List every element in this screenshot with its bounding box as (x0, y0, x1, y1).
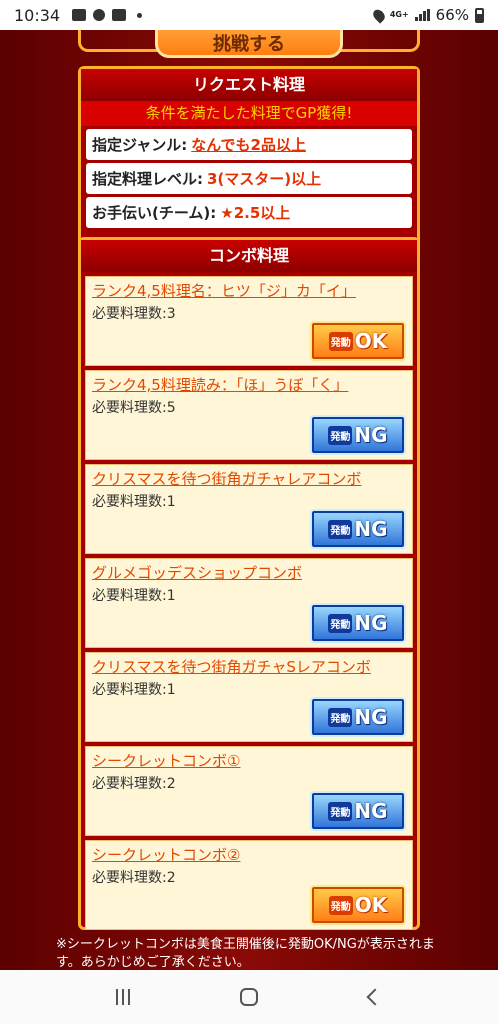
combo-list: ランク4,5料理名：ヒツ「ジ」カ「イ」 必要料理数:3 発動 OK ランク4,5料… (81, 276, 417, 930)
activation-ng-badge: 発動 NG (310, 791, 406, 831)
combo-required-count: 必要料理数:3 (92, 306, 176, 322)
badge-status: NG (354, 517, 388, 541)
combo-item: シークレットコンボ② 必要料理数:2 発動 OK (85, 840, 413, 930)
badge-small-label: 発動 (328, 425, 353, 445)
badge-small-label: 発動 (328, 801, 353, 821)
activation-ng-badge: 発動 NG (310, 415, 406, 455)
request-label: 指定料理レベル: (92, 170, 203, 188)
request-label: お手伝い(チーム): (92, 204, 217, 222)
request-value: ★2.5以上 (220, 204, 291, 222)
gallery-icon (72, 9, 87, 21)
badge-small-label: 発動 (328, 895, 353, 915)
request-panel: リクエスト料理 条件を満たした料理でGP獲得! 指定ジャンル: なんでも2品以上… (78, 66, 420, 262)
badge-status: NG (354, 799, 388, 823)
back-button[interactable] (355, 977, 395, 1017)
combo-required-count: 必要料理数:5 (92, 400, 176, 416)
request-value-link[interactable]: なんでも2品以上 (191, 134, 306, 155)
badge-status: OK (354, 893, 388, 917)
request-label: 指定ジャンル: (92, 136, 188, 154)
combo-name-link[interactable]: ランク4,5料理名：ヒツ「ジ」カ「イ」 (92, 280, 356, 301)
combo-name-link[interactable]: ランク4,5料理読み：「ほ」うぼ「く」 (92, 374, 348, 395)
badge-status: NG (354, 423, 388, 447)
game-page: 挑戦する リクエスト料理 条件を満たした料理でGP獲得! 指定ジャンル: なんで… (0, 30, 498, 970)
combo-item: クリスマスを待つ街角ガチャSレアコンボ 必要料理数:1 発動 NG (85, 652, 413, 742)
combo-required-count: 必要料理数:1 (92, 588, 176, 604)
combo-title: コンボ料理 (81, 240, 417, 272)
badge-status: NG (354, 611, 388, 635)
notification-dot-icon (137, 12, 143, 18)
home-button[interactable] (229, 977, 269, 1017)
status-right: 4G+ 66% (370, 6, 484, 24)
chat-icon (93, 9, 106, 21)
combo-name-link[interactable]: シークレットコンボ② (92, 844, 240, 865)
activation-ng-badge: 発動 NG (310, 697, 406, 737)
request-row-genre: 指定ジャンル: なんでも2品以上 (86, 129, 412, 160)
request-subtitle: 条件を満たした料理でGP獲得! (81, 101, 417, 126)
network-type: 4G+ (389, 10, 409, 19)
combo-required-count: 必要料理数:2 (92, 870, 176, 886)
combo-name-link[interactable]: クリスマスを待つ街角ガチャSレアコンボ (92, 656, 371, 677)
combo-item: ランク4,5料理読み：「ほ」うぼ「く」 必要料理数:5 発動 NG (85, 370, 413, 460)
combo-panel: コンボ料理 ランク4,5料理名：ヒツ「ジ」カ「イ」 必要料理数:3 発動 OK ラ… (78, 237, 420, 930)
status-bar: 10:34 4G+ 66% (0, 0, 498, 30)
recent-apps-icon[interactable] (103, 977, 143, 1017)
battery-icon (475, 7, 484, 23)
combo-required-count: 必要料理数:2 (92, 776, 176, 792)
badge-status: OK (354, 329, 388, 353)
activation-ok-badge: 発動 OK (310, 321, 406, 361)
combo-item: グルメゴッデスショップコンボ 必要料理数:1 発動 NG (85, 558, 413, 648)
request-row-helper: お手伝い(チーム): ★2.5以上 (86, 197, 412, 228)
badge-small-label: 発動 (328, 613, 353, 633)
location-icon (370, 6, 387, 24)
combo-item: シークレットコンボ① 必要料理数:2 発動 NG (85, 746, 413, 836)
battery-percent: 66% (435, 6, 469, 24)
badge-small-label: 発動 (328, 519, 353, 539)
activation-ng-badge: 発動 NG (310, 509, 406, 549)
challenge-button[interactable]: 挑戦する (155, 30, 343, 58)
combo-item: クリスマスを待つ街角ガチャレアコンボ 必要料理数:1 発動 NG (85, 464, 413, 554)
navigation-bar (0, 970, 498, 1024)
request-value: 3(マスター)以上 (207, 170, 322, 188)
combo-item: ランク4,5料理名：ヒツ「ジ」カ「イ」 必要料理数:3 発動 OK (85, 276, 413, 366)
combo-name-link[interactable]: クリスマスを待つ街角ガチャレアコンボ (92, 468, 361, 489)
signal-icon (414, 9, 430, 21)
secret-combo-note: ※シークレットコンボは美食王開催後に発動OK/NGが表示されます。あらかじめご了… (56, 937, 435, 970)
status-time: 10:34 (14, 5, 61, 25)
combo-name-link[interactable]: グルメゴッデスショップコンボ (92, 562, 302, 583)
download-icon (112, 9, 127, 21)
combo-required-count: 必要料理数:1 (92, 494, 176, 510)
combo-name-link[interactable]: シークレットコンボ① (92, 750, 240, 771)
request-row-level: 指定料理レベル: 3(マスター)以上 (86, 163, 412, 194)
badge-small-label: 発動 (328, 331, 353, 351)
activation-ng-badge: 発動 NG (310, 603, 406, 643)
combo-required-count: 必要料理数:1 (92, 682, 176, 698)
activation-ok-badge: 発動 OK (310, 885, 406, 925)
badge-small-label: 発動 (328, 707, 353, 727)
home-icon (240, 988, 258, 1006)
request-title: リクエスト料理 (81, 69, 417, 101)
badge-status: NG (354, 705, 388, 729)
back-icon (366, 988, 384, 1006)
